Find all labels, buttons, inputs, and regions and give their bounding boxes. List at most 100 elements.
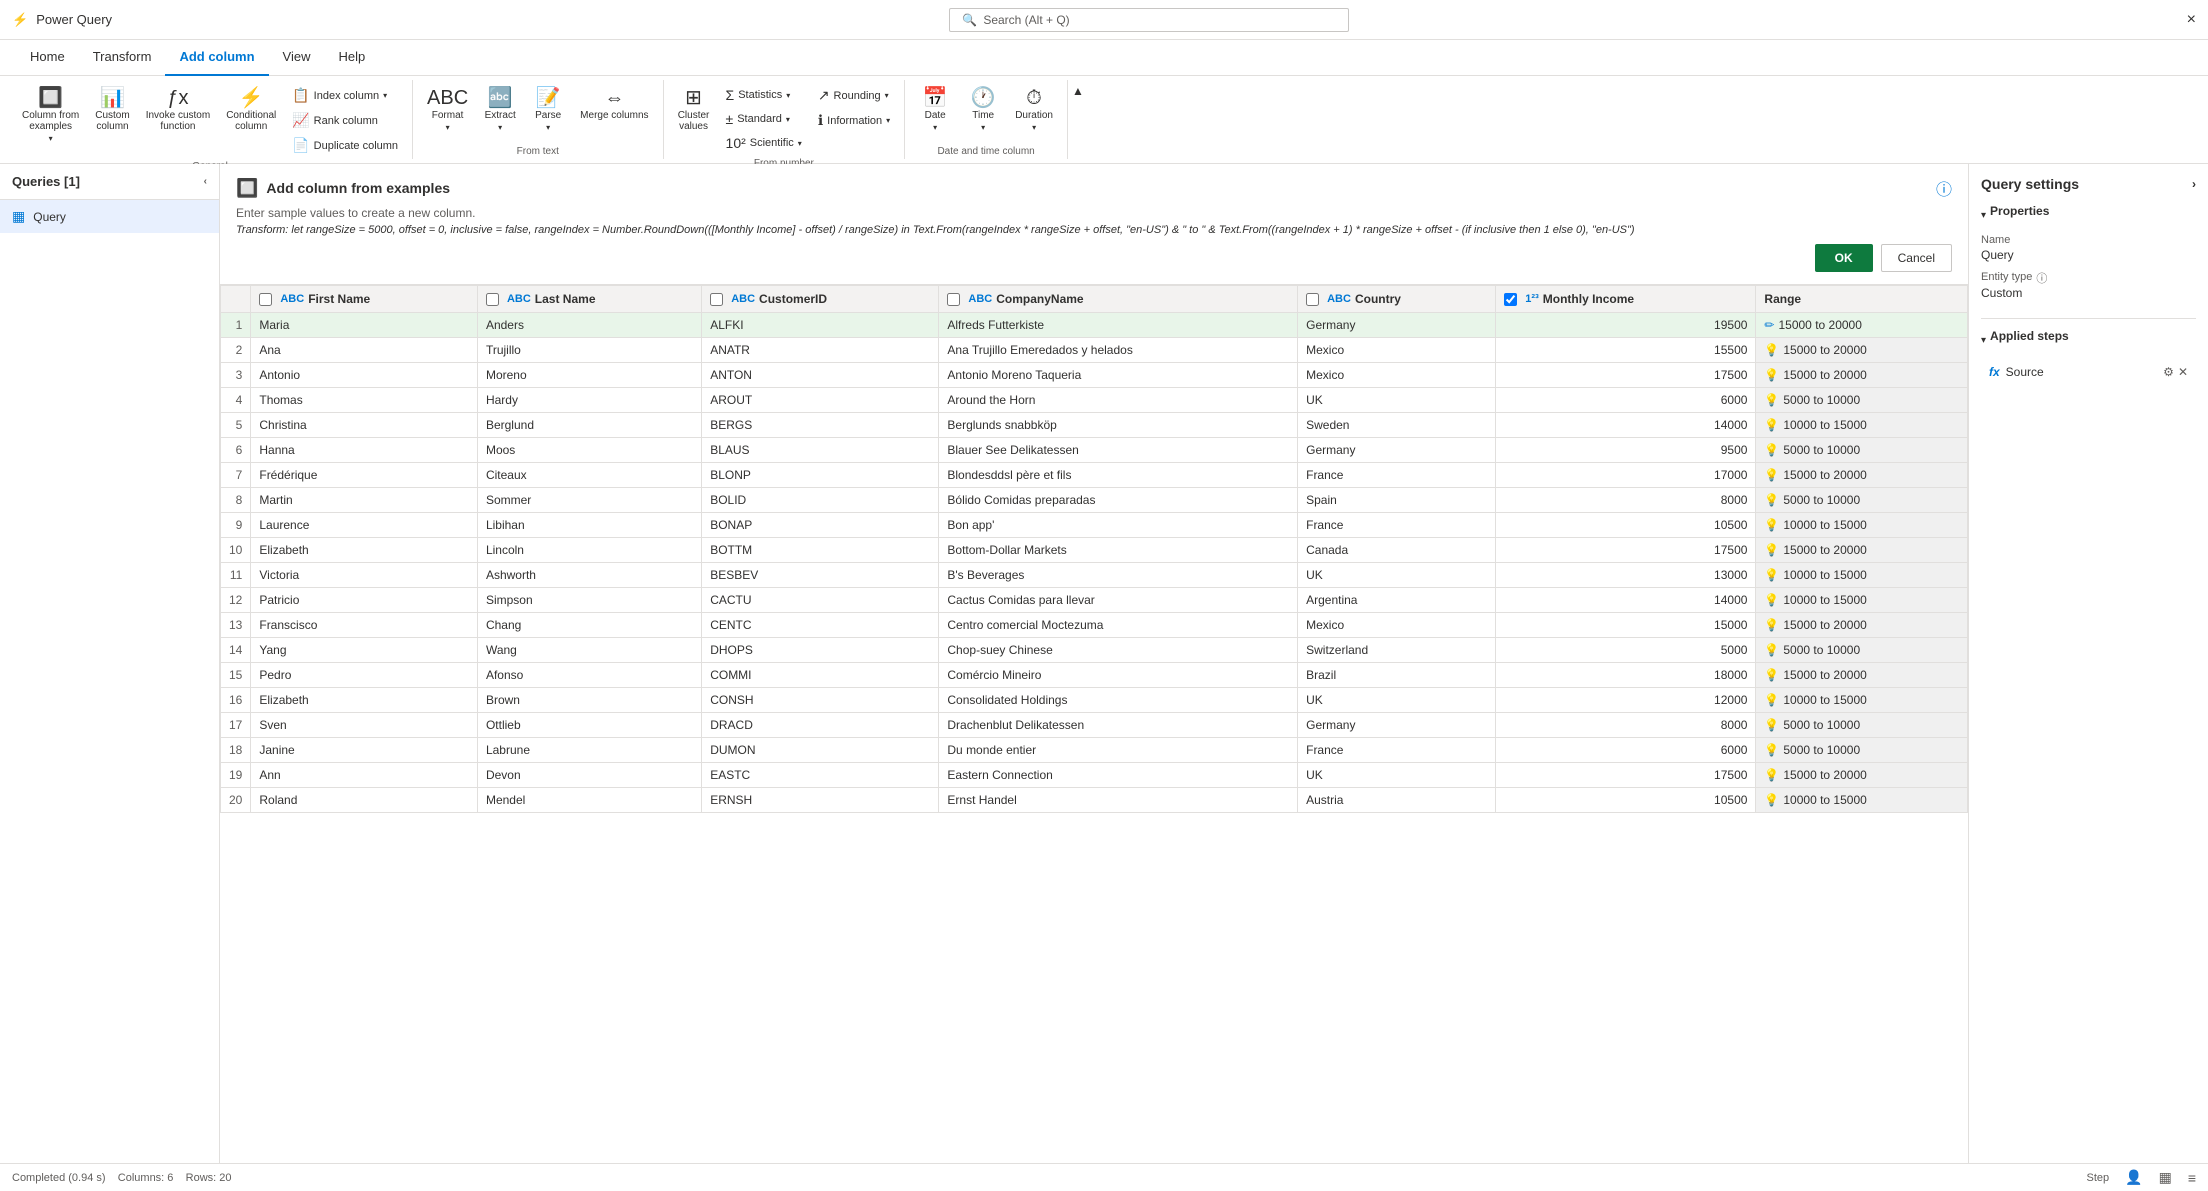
- ok-button[interactable]: OK: [1815, 244, 1873, 272]
- statistics-button[interactable]: Σ Statistics ▾: [720, 84, 808, 106]
- cell-range: 💡15000 to 20000: [1756, 763, 1968, 788]
- firstname-checkbox[interactable]: [259, 293, 272, 306]
- col-header-country[interactable]: ABC Country: [1298, 286, 1496, 313]
- cell-lastname: Wang: [477, 638, 701, 663]
- cell-range: 💡15000 to 20000: [1756, 613, 1968, 638]
- col-header-customerid[interactable]: ABC CustomerID: [702, 286, 939, 313]
- cell-country: Germany: [1298, 438, 1496, 463]
- duplicate-column-button[interactable]: 📄 Duplicate column: [286, 134, 404, 157]
- parse-button[interactable]: 📝 Parse ▾: [526, 84, 570, 136]
- row-num: 2: [221, 338, 251, 363]
- schema-view-icon[interactable]: ≡: [2188, 1170, 2196, 1186]
- standard-button[interactable]: ± Standard ▾: [720, 108, 808, 130]
- profile-icon[interactable]: 👤: [2125, 1169, 2142, 1186]
- tab-add-column[interactable]: Add column: [165, 40, 268, 76]
- name-value: Query: [1981, 248, 2196, 262]
- cell-income: 5000: [1496, 638, 1756, 663]
- cell-company: B's Beverages: [939, 563, 1298, 588]
- col-header-firstname[interactable]: ABC First Name: [251, 286, 478, 313]
- custom-column-button[interactable]: 📊 Customcolumn: [89, 84, 135, 136]
- status-text: Completed (0.94 s): [12, 1172, 106, 1184]
- col-header-lastname[interactable]: ABC Last Name: [477, 286, 701, 313]
- table-view-icon[interactable]: ▦: [2159, 1169, 2172, 1186]
- cell-company: Blauer See Delikatessen: [939, 438, 1298, 463]
- tab-home[interactable]: Home: [16, 40, 79, 76]
- invoke-custom-function-button[interactable]: ƒx Invoke customfunction: [140, 84, 216, 136]
- status-bar: Completed (0.94 s) Columns: 6 Rows: 20 S…: [0, 1163, 2208, 1191]
- ribbon-collapse-button[interactable]: ▲: [1072, 84, 1084, 98]
- format-button[interactable]: ABC Format ▾: [421, 84, 474, 136]
- column-from-examples-button[interactable]: 🔲 Column fromexamples ▾: [16, 84, 85, 147]
- cell-range: 💡10000 to 15000: [1756, 513, 1968, 538]
- col-header-range[interactable]: Range: [1756, 286, 1968, 313]
- cell-lastname: Trujillo: [477, 338, 701, 363]
- income-checkbox[interactable]: [1504, 293, 1517, 306]
- cell-customerid: DRACD: [702, 713, 939, 738]
- right-panel-expand[interactable]: ›: [2192, 177, 2196, 191]
- cell-firstname: Patricio: [251, 588, 478, 613]
- sidebar-collapse-button[interactable]: ‹: [204, 176, 207, 187]
- company-checkbox[interactable]: [947, 293, 960, 306]
- sidebar-item-query[interactable]: ▦ Query: [0, 200, 219, 233]
- query-table-icon: ▦: [12, 208, 25, 225]
- time-button[interactable]: 🕐 Time ▾: [961, 84, 1005, 136]
- right-panel: Query settings › ▾ Properties Name Query…: [1968, 164, 2208, 1163]
- index-column-button[interactable]: 📋 Index column ▾: [286, 84, 404, 107]
- table-row: 12 Patricio Simpson CACTU Cactus Comidas…: [221, 588, 1968, 613]
- merge-columns-button[interactable]: ⇔ Merge columns: [574, 84, 654, 125]
- help-icon[interactable]: ⓘ: [1936, 176, 1952, 200]
- cell-company: Bottom-Dollar Markets: [939, 538, 1298, 563]
- step-source[interactable]: fx Source ⚙ ✕: [1981, 359, 2196, 385]
- close-button[interactable]: ×: [2187, 11, 2196, 29]
- date-button[interactable]: 📅 Date ▾: [913, 84, 957, 136]
- cell-country: Brazil: [1298, 663, 1496, 688]
- examples-panel-header: 🔲 Add column from examples ⓘ: [236, 176, 1952, 200]
- row-num: 17: [221, 713, 251, 738]
- duration-button[interactable]: ⏱ Duration ▾: [1009, 84, 1059, 136]
- information-button[interactable]: ℹ Information ▾: [812, 109, 896, 132]
- cell-company: Bon app': [939, 513, 1298, 538]
- tab-transform[interactable]: Transform: [79, 40, 166, 76]
- cancel-button[interactable]: Cancel: [1881, 244, 1952, 272]
- cell-firstname: Thomas: [251, 388, 478, 413]
- properties-chevron[interactable]: ▾: [1981, 210, 1986, 221]
- cell-range: 💡5000 to 10000: [1756, 638, 1968, 663]
- lastname-checkbox[interactable]: [486, 293, 499, 306]
- cell-country: France: [1298, 738, 1496, 763]
- entity-type-value: Custom: [1981, 286, 2196, 300]
- scientific-button[interactable]: 10² Scientific ▾: [720, 132, 808, 154]
- ribbon-collapse-area: ▲: [1068, 80, 1088, 159]
- applied-steps-chevron[interactable]: ▾: [1981, 335, 1986, 346]
- tab-view[interactable]: View: [269, 40, 325, 76]
- conditional-column-button[interactable]: ⚡ Conditionalcolumn: [220, 84, 282, 136]
- entity-type-label: Entity type: [1981, 271, 2032, 283]
- format-dropdown: ▾: [446, 123, 450, 132]
- tab-help[interactable]: Help: [325, 40, 380, 76]
- cell-income: 6000: [1496, 388, 1756, 413]
- cell-firstname: Ann: [251, 763, 478, 788]
- ribbon-tabs: Home Transform Add column View Help: [0, 40, 2208, 76]
- extract-button[interactable]: 🔤 Extract ▾: [478, 84, 522, 136]
- ribbon-datetime-content: 📅 Date ▾ 🕐 Time ▾ ⏱ Duration ▾: [913, 80, 1059, 146]
- step-settings-button[interactable]: ⚙: [2163, 365, 2174, 379]
- custom-column-icon: 📊: [100, 88, 125, 108]
- right-panel-header: Query settings ›: [1981, 176, 2196, 192]
- rounding-button[interactable]: ↗ Rounding ▾: [812, 84, 896, 107]
- cell-range[interactable]: ✏15000 to 20000: [1756, 313, 1968, 338]
- step-actions: ⚙ ✕: [2163, 365, 2188, 379]
- customerid-checkbox[interactable]: [710, 293, 723, 306]
- bulb-icon: 💡: [1764, 668, 1779, 682]
- columns-label: Columns: 6: [118, 1172, 174, 1184]
- country-checkbox[interactable]: [1306, 293, 1319, 306]
- cell-customerid: CONSH: [702, 688, 939, 713]
- search-box[interactable]: 🔍 Search (Alt + Q): [949, 8, 1349, 32]
- rank-column-button[interactable]: 📈 Rank column: [286, 109, 404, 132]
- cluster-values-button[interactable]: ⊞ Clustervalues: [672, 84, 716, 136]
- step-fx-icon: fx: [1989, 365, 2000, 379]
- col-header-company[interactable]: ABC CompanyName: [939, 286, 1298, 313]
- step-delete-button[interactable]: ✕: [2178, 365, 2188, 379]
- col-header-income[interactable]: 1²³ Monthly Income: [1496, 286, 1756, 313]
- row-num: 5: [221, 413, 251, 438]
- cell-income: 17500: [1496, 763, 1756, 788]
- cell-income: 8000: [1496, 713, 1756, 738]
